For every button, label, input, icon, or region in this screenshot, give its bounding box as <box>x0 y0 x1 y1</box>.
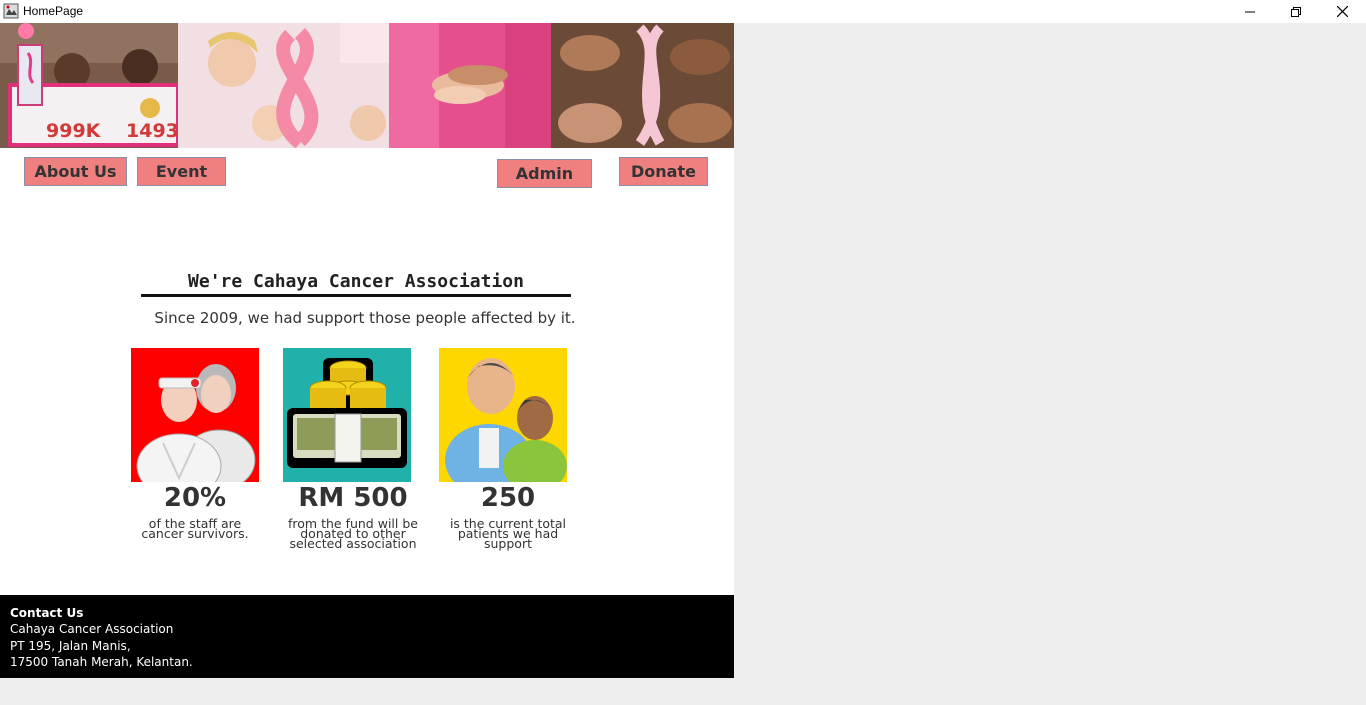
about-us-button[interactable]: About Us <box>24 157 127 186</box>
banner-sign-right: 1493 <box>126 120 179 142</box>
stat-desc-line: support <box>484 536 532 551</box>
banner-photo-ribbon-women <box>178 23 389 148</box>
banner-sign-left: 999K <box>46 120 102 142</box>
close-icon <box>1336 6 1348 17</box>
patients-icon <box>439 348 567 482</box>
stat-value-patients: 250 <box>480 483 536 513</box>
minimize-button[interactable] <box>1227 0 1273 23</box>
stat-desc-line: cancer survivors. <box>141 526 249 541</box>
close-button[interactable] <box>1319 0 1365 23</box>
event-button[interactable]: Event <box>137 157 226 186</box>
stat-desc-fund: from the fund will be donated to other s… <box>273 517 433 551</box>
cancer-survivor-icon <box>131 348 259 482</box>
homepage-content: 999K 1493 About Us Event Admin Donate We… <box>0 23 734 678</box>
money-stack-icon <box>283 348 411 482</box>
window-titlebar: HomePage <box>0 0 1366 23</box>
stat-desc-patients: is the current total patients we had sup… <box>428 517 588 551</box>
heading-underline <box>141 294 571 297</box>
contact-footer: Contact Us Cahaya Cancer Association PT … <box>0 595 734 678</box>
stat-value-fund: RM 500 <box>298 483 408 513</box>
stat-value-survivors: 20% <box>163 483 227 513</box>
stat-desc-survivors: of the staff are cancer survivors. <box>115 517 275 541</box>
window-title: HomePage <box>23 4 84 18</box>
minimize-icon <box>1245 11 1255 12</box>
footer-address-line1: PT 195, Jalan Manis, <box>10 639 131 653</box>
page-heading: We're Cahaya Cancer Association <box>188 271 524 292</box>
restore-icon <box>1291 6 1301 17</box>
banner-photo-hands-stack <box>389 23 551 148</box>
footer-title: Contact Us <box>10 606 84 620</box>
admin-button[interactable]: Admin <box>497 159 592 188</box>
restore-button[interactable] <box>1273 0 1319 23</box>
java-app-icon <box>3 3 19 19</box>
footer-org-name: Cahaya Cancer Association <box>10 622 174 636</box>
banner-photo-hands-ribbon <box>551 23 734 148</box>
stat-desc-line: selected association <box>289 536 417 551</box>
footer-address-line2: 17500 Tanah Merah, Kelantan. <box>10 655 193 669</box>
banner-photo-sign: 999K 1493 <box>0 23 180 148</box>
banner-collage: 999K 1493 <box>0 23 734 148</box>
donate-button[interactable]: Donate <box>619 157 708 186</box>
page-subheading: Since 2009, we had support those people … <box>154 309 576 327</box>
